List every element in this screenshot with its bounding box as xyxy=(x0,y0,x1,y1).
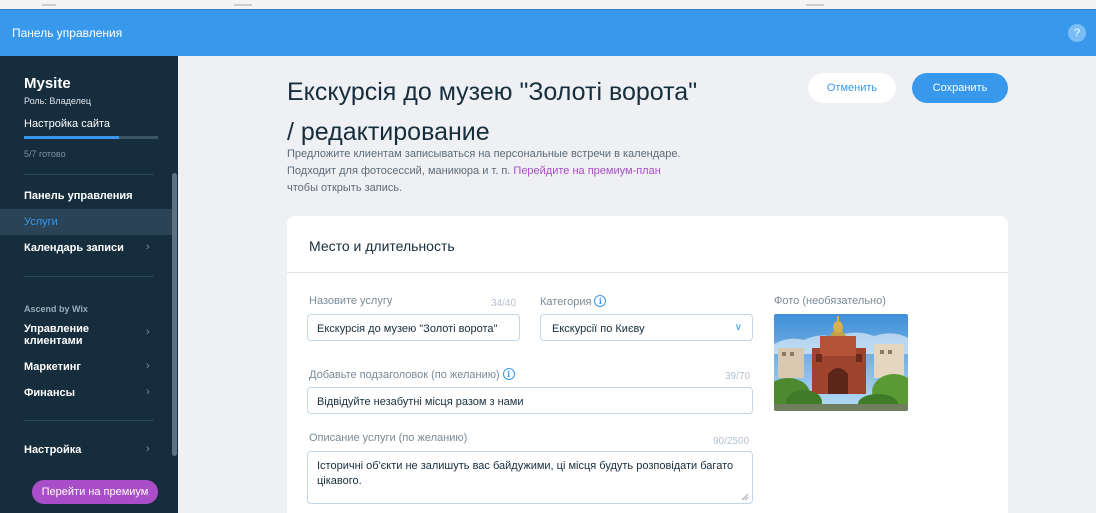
sidebar: Mysite Роль: Владелец Настройка сайта 5/… xyxy=(0,56,178,513)
sidebar-item-label: Календарь записи xyxy=(24,242,124,254)
category-label-text: Категория xyxy=(540,296,592,308)
sidebar-section-title: Ascend by Wix xyxy=(24,304,88,314)
card-title: Место и длительность xyxy=(309,238,455,254)
service-name-counter: 34/40 xyxy=(491,298,517,309)
top-header: Панель управления ? xyxy=(0,9,1096,56)
photo-label: Фото (необязательно) xyxy=(774,295,886,307)
sidebar-item-label: Финансы xyxy=(24,387,76,399)
cancel-button[interactable]: Отменить xyxy=(808,73,896,103)
info-icon[interactable]: i xyxy=(502,368,515,380)
description-label: Описание услуги (по желанию) xyxy=(309,432,468,444)
description-counter: 90/2500 xyxy=(713,436,750,447)
service-photo[interactable] xyxy=(774,314,908,411)
sidebar-item-label: Панель управления xyxy=(24,190,133,202)
service-name-value: Екскурсія до музею "Золоті ворота" xyxy=(317,323,498,335)
sidebar-item-settings[interactable]: Настройка › xyxy=(0,437,172,463)
subtitle-value: Відвідуйте незабутні місця разом з нами xyxy=(317,396,524,408)
description-textarea[interactable]: Історичні об'єкти не залишуть вас байдуж… xyxy=(307,451,753,504)
resize-handle-icon[interactable] xyxy=(741,493,749,501)
sidebar-item-label: Услуги xyxy=(24,216,58,228)
card-divider xyxy=(287,272,1008,273)
sidebar-divider xyxy=(24,276,154,277)
sidebar-item-label: Управление клиентами xyxy=(24,323,90,347)
subtitle-label: Добавьте подзаголовок (по желанию) i xyxy=(309,368,515,381)
subtitle-counter: 39/70 xyxy=(725,371,751,382)
page-description: Предложите клиентам записываться на перс… xyxy=(287,146,687,197)
sidebar-item-finance[interactable]: Финансы › xyxy=(0,380,172,406)
chevron-right-icon: › xyxy=(146,326,150,338)
strip-mark xyxy=(234,4,252,6)
service-name-input[interactable]: Екскурсія до музею "Золоті ворота" xyxy=(307,314,520,341)
browser-top-strip xyxy=(0,0,1096,9)
user-role: Роль: Владелец xyxy=(24,96,91,106)
header-title[interactable]: Панель управления xyxy=(12,26,122,40)
chevron-right-icon: › xyxy=(146,386,150,398)
chevron-down-icon: ∨ xyxy=(734,322,742,333)
site-setup-link[interactable]: Настройка сайта xyxy=(24,118,110,130)
setup-progress-fill xyxy=(24,136,120,139)
category-select[interactable]: Екскурсії по Києву ∨ xyxy=(540,314,753,341)
service-name-label: Назовите услугу xyxy=(309,295,393,307)
premium-plan-link[interactable]: Перейдите на премиум-план xyxy=(513,165,660,177)
save-button[interactable]: Сохранить xyxy=(912,73,1008,103)
golden-gate-photo xyxy=(774,314,908,411)
strip-mark xyxy=(42,4,56,6)
category-value: Екскурсії по Києву xyxy=(552,323,645,335)
chevron-right-icon: › xyxy=(146,360,150,372)
chevron-right-icon: › xyxy=(146,241,150,253)
sidebar-divider xyxy=(24,174,154,175)
sidebar-item-services[interactable]: Услуги xyxy=(0,209,172,235)
setup-status: 5/7 готово xyxy=(24,149,66,159)
info-icon[interactable]: i xyxy=(594,295,607,307)
subtitle-input[interactable]: Відвідуйте незабутні місця разом з нами xyxy=(307,387,753,414)
sidebar-item-customer-management[interactable]: Управление клиентами › xyxy=(0,320,172,347)
setup-progress-bar xyxy=(24,136,158,139)
upgrade-premium-button[interactable]: Перейти на премиум xyxy=(32,480,158,504)
sidebar-item-label: Настройка xyxy=(24,444,82,456)
sidebar-item-marketing[interactable]: Маркетинг › xyxy=(0,354,172,380)
description-tail: чтобы открыть запись. xyxy=(287,182,403,194)
category-label: Категория i xyxy=(540,295,607,308)
sidebar-item-label: Маркетинг xyxy=(24,361,81,373)
subtitle-label-text: Добавьте подзаголовок (по желанию) xyxy=(309,369,500,381)
help-icon[interactable]: ? xyxy=(1068,24,1086,42)
sidebar-item-booking-calendar[interactable]: Календарь записи › xyxy=(0,235,172,261)
sidebar-item-dashboard[interactable]: Панель управления xyxy=(0,183,172,209)
strip-mark xyxy=(806,4,824,6)
description-value: Історичні об'єкти не залишуть вас байдуж… xyxy=(317,460,734,487)
chevron-right-icon: › xyxy=(146,443,150,455)
site-name[interactable]: Mysite xyxy=(24,75,71,92)
sidebar-scrollbar[interactable] xyxy=(172,173,177,456)
sidebar-divider xyxy=(24,420,154,421)
page-title: Екскурсія до музею "Золоті ворота" / ред… xyxy=(287,78,698,146)
